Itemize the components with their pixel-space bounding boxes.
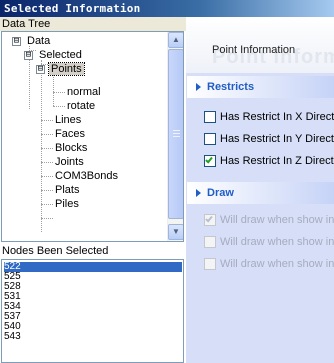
restricts-group-body: Has Restrict In X Direction Has Restrict… — [187, 98, 334, 173]
tree-node-lines[interactable]: Lines — [53, 113, 83, 127]
tree-connector — [41, 60, 42, 232]
list-item[interactable]: 540 — [4, 322, 182, 332]
checkbox-label: Will draw when show in m — [220, 258, 334, 270]
tree-connector — [41, 204, 53, 205]
restricts-title: Restricts — [207, 81, 255, 93]
tree-node-label: rotate — [67, 100, 96, 112]
list-item[interactable]: 525 — [4, 272, 182, 282]
tree-node-label: normal — [67, 86, 101, 98]
checkbox-icon — [204, 214, 216, 226]
tree-node-plats[interactable]: Plats — [53, 183, 81, 197]
tree-node-label: Faces — [55, 128, 85, 140]
restricts-group-header[interactable]: Restricts — [187, 76, 334, 98]
collapse-icon[interactable]: ⊟ — [12, 37, 21, 46]
tree-node-label: Piles — [55, 198, 79, 210]
collapse-icon[interactable]: ⊟ — [36, 65, 45, 74]
tree-connector — [41, 190, 53, 191]
draw-group-header[interactable]: Draw — [187, 182, 334, 204]
tree-node-points[interactable]: Points — [48, 62, 85, 76]
tree-connector — [53, 106, 65, 107]
grip-line — [173, 130, 180, 131]
scroll-thumb[interactable] — [168, 49, 183, 219]
checkbox-icon — [204, 258, 216, 270]
tree-node-label: Data — [27, 35, 51, 47]
tree-node-selected[interactable]: Selected — [37, 48, 84, 62]
left-panel: Data Tree ⊟ Data ⊟ Selected ⊟ Points nor… — [0, 17, 186, 363]
chevron-down-icon: ▼ — [172, 227, 180, 236]
tree-connector — [41, 162, 53, 163]
checkmark-icon — [205, 214, 213, 223]
window-title: Selected Information — [0, 0, 334, 17]
list-item[interactable]: 528 — [4, 282, 182, 292]
checkbox-label: Has Restrict In Y Direction — [220, 133, 334, 145]
collapse-icon[interactable]: ⊟ — [24, 51, 33, 60]
tree-node-blocks[interactable]: Blocks — [53, 141, 89, 155]
tree-connector — [41, 176, 53, 177]
tree-connector — [41, 134, 53, 135]
checkmark-icon — [205, 155, 213, 164]
checkbox-icon — [204, 133, 216, 145]
checkbox-label: Will draw when show in m — [220, 214, 334, 226]
tree-node-data[interactable]: Data — [25, 34, 52, 48]
tree-node-com3bonds[interactable]: COM3Bonds — [53, 169, 120, 183]
draw-title: Draw — [207, 187, 234, 199]
checkbox-icon — [204, 111, 216, 123]
data-tree-label: Data Tree — [0, 17, 186, 31]
chevron-up-icon: ▲ — [172, 35, 180, 44]
tree-connector — [53, 74, 54, 106]
checkbox-label: Has Restrict In Z Direction — [220, 155, 334, 167]
checkbox-label: Will draw when show in m — [220, 236, 334, 248]
info-header: Point Informa Point Information — [186, 17, 334, 73]
checkbox-icon — [204, 155, 216, 167]
tree-connector — [41, 218, 53, 219]
tree-node-label: Points — [48, 62, 85, 76]
list-item[interactable]: 531 — [4, 292, 182, 302]
list-item[interactable]: 534 — [4, 302, 182, 312]
tree-content: ⊟ Data ⊟ Selected ⊟ Points normal rotate — [2, 32, 168, 241]
scroll-down-button[interactable]: ▼ — [168, 224, 183, 240]
task-panel: Point Informa Point Information Restrict… — [186, 17, 334, 363]
tree-node-label: Selected — [39, 49, 82, 61]
data-tree[interactable]: ⊟ Data ⊟ Selected ⊟ Points normal rotate — [1, 31, 184, 242]
tree-node-label: COM3Bonds — [55, 170, 118, 182]
nodes-list[interactable]: 522 525 528 531 534 537 540 543 — [1, 259, 184, 363]
info-title: Point Information — [212, 44, 296, 56]
tree-connector — [41, 120, 53, 121]
tree-scrollbar[interactable]: ▲ ▼ — [167, 32, 183, 241]
tree-node-label: Joints — [55, 156, 84, 168]
nodes-selected-label: Nodes Been Selected — [0, 244, 186, 258]
list-item[interactable]: 522 — [4, 262, 182, 272]
draw-group-body: Will draw when show in m Will draw when … — [187, 204, 334, 363]
checkbox-icon — [204, 236, 216, 248]
tree-node-faces[interactable]: Faces — [53, 127, 87, 141]
checkbox-label: Has Restrict In X Direction — [220, 111, 334, 123]
tree-node-rotate[interactable]: rotate — [65, 99, 97, 113]
list-item[interactable]: 537 — [4, 312, 182, 322]
tree-connector — [53, 92, 65, 93]
tree-node-label: Plats — [55, 184, 80, 196]
tree-node-piles[interactable]: Piles — [53, 197, 81, 211]
scroll-up-button[interactable]: ▲ — [168, 32, 183, 48]
tree-node-joints[interactable]: Joints — [53, 155, 86, 169]
list-item[interactable]: 543 — [4, 332, 182, 342]
grip-line — [173, 133, 180, 134]
grip-line — [173, 136, 180, 137]
expand-arrow-icon — [196, 83, 201, 91]
tree-node-normal[interactable]: normal — [65, 85, 103, 99]
tree-connector — [41, 148, 53, 149]
tree-node-label: Blocks — [55, 142, 88, 154]
expand-arrow-icon — [196, 189, 201, 197]
tree-node-label: Lines — [55, 114, 82, 126]
